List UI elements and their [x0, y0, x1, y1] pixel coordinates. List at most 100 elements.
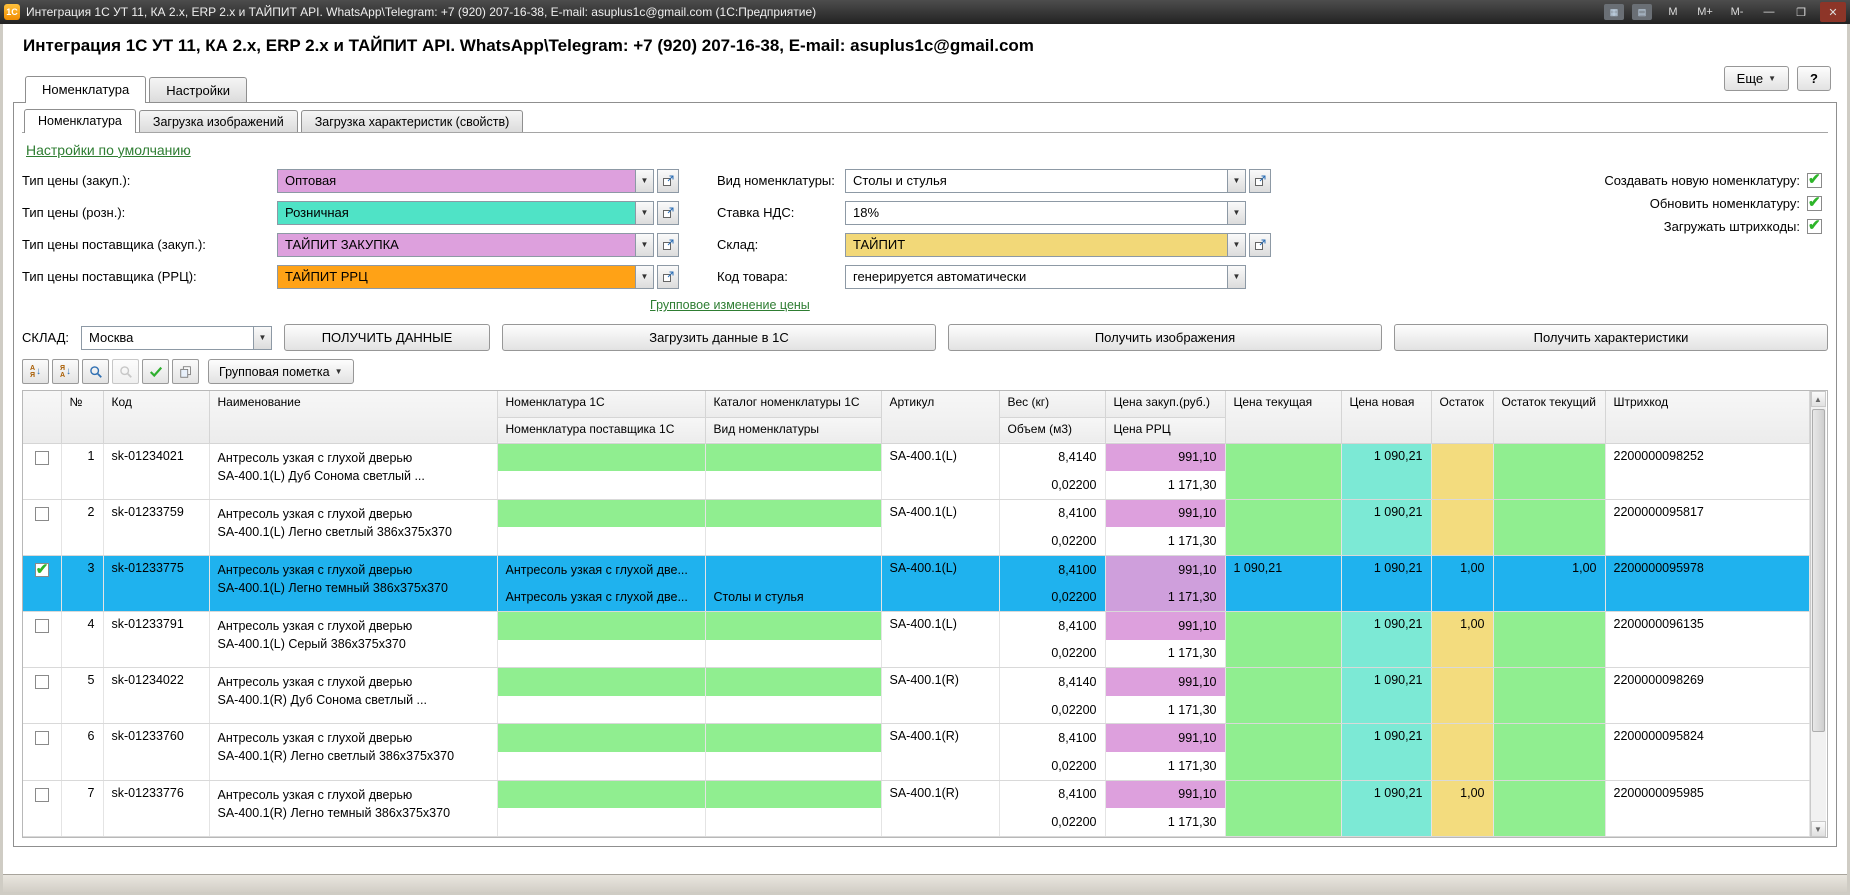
warehouse-field[interactable]: ТАЙПИТ ▼ — [845, 232, 1246, 257]
cell-catalog[interactable] — [705, 667, 882, 696]
dropdown-button[interactable]: ▼ — [635, 264, 654, 289]
cell-barcode[interactable]: 2200000096135 — [1605, 611, 1810, 669]
cell-nom-1c[interactable] — [497, 611, 706, 640]
cell-price-purchase[interactable]: 991,10 — [1105, 611, 1226, 640]
tab-settings[interactable]: Настройки — [149, 77, 247, 102]
cell-name[interactable]: Антресоль узкая с глухой дверью SA-400.1(… — [209, 499, 498, 556]
cell-weight[interactable]: 8,4100 — [999, 723, 1106, 753]
cell-code[interactable]: sk-01233776 — [103, 780, 210, 838]
scroll-down-icon[interactable]: ▼ — [1810, 821, 1826, 837]
cell-num[interactable]: 6 — [61, 723, 104, 781]
cell-price-purchase[interactable]: 991,10 — [1105, 443, 1226, 472]
cell-code[interactable]: sk-01233791 — [103, 611, 210, 669]
get-data-button[interactable]: ПОЛУЧИТЬ ДАННЫЕ — [284, 324, 491, 351]
cell-nom-type[interactable] — [705, 639, 882, 669]
supplier-price-purchase-field[interactable]: ТАЙПИТ ЗАКУПКА ▼ — [277, 232, 654, 257]
sort-ascending-button[interactable]: А Я ↓ — [22, 359, 49, 384]
cell-volume[interactable]: 0,02200 — [999, 639, 1106, 669]
cell-price-new[interactable]: 1 090,21 — [1341, 723, 1432, 781]
row-select-cell[interactable] — [23, 555, 62, 613]
create-new-nomenclature-checkbox[interactable] — [1807, 170, 1822, 188]
header-price-purchase[interactable]: Цена закуп.(руб.) — [1105, 391, 1226, 418]
cell-nom-type[interactable] — [705, 808, 882, 838]
header-price-new[interactable]: Цена новая — [1341, 391, 1432, 444]
cell-catalog[interactable] — [705, 443, 882, 472]
nomenclature-kind-field[interactable]: Столы и стулья ▼ — [845, 168, 1246, 193]
cell-price-current[interactable] — [1225, 667, 1342, 725]
dropdown-button[interactable]: ▼ — [635, 200, 654, 225]
cell-price-rrc[interactable]: 1 171,30 — [1105, 752, 1226, 781]
cell-stock[interactable]: 1,00 — [1431, 780, 1494, 838]
product-code-field[interactable]: генерируется автоматически ▼ — [845, 264, 1246, 289]
cell-code[interactable]: sk-01233760 — [103, 723, 210, 781]
header-nom-1c[interactable]: Номенклатура 1С — [497, 391, 706, 418]
header-stock[interactable]: Остаток — [1431, 391, 1494, 444]
cell-stock[interactable]: 1,00 — [1431, 555, 1494, 613]
cell-price-rrc[interactable]: 1 171,30 — [1105, 639, 1226, 669]
cell-volume[interactable]: 0,02200 — [999, 527, 1106, 556]
cell-price-new[interactable]: 1 090,21 — [1341, 555, 1432, 613]
tab-load-characteristics[interactable]: Загрузка характеристик (свойств) — [300, 110, 524, 132]
cell-price-current[interactable] — [1225, 780, 1342, 838]
header-nom-supplier[interactable]: Номенклатура поставщика 1С — [497, 417, 706, 444]
sklad-select[interactable]: Москва ▼ — [81, 325, 273, 350]
get-characteristics-button[interactable]: Получить характеристики — [1394, 324, 1829, 351]
cell-price-purchase[interactable]: 991,10 — [1105, 780, 1226, 809]
cell-article[interactable]: SA-400.1(L) — [881, 555, 1000, 613]
cell-num[interactable]: 5 — [61, 667, 104, 725]
row-checkbox[interactable] — [34, 450, 49, 465]
cell-nom-type[interactable]: Столы и стулья — [705, 583, 882, 613]
cell-price-new[interactable]: 1 090,21 — [1341, 780, 1432, 838]
open-button[interactable] — [1249, 168, 1271, 193]
header-name[interactable]: Наименование — [209, 391, 498, 444]
header-catalog[interactable]: Каталог номенклатуры 1С — [705, 391, 882, 418]
cell-barcode[interactable]: 2200000098252 — [1605, 443, 1810, 500]
cell-weight[interactable]: 8,4140 — [999, 443, 1106, 472]
row-select-cell[interactable] — [23, 443, 62, 500]
group-price-change-link[interactable]: Групповое изменение цены — [650, 298, 810, 312]
open-button[interactable] — [657, 264, 679, 289]
cell-price-purchase[interactable]: 991,10 — [1105, 723, 1226, 753]
cell-num[interactable]: 3 — [61, 555, 104, 613]
row-select-cell[interactable] — [23, 780, 62, 838]
cell-stock[interactable]: 1,00 — [1431, 611, 1494, 669]
cell-stock-current[interactable]: 1,00 — [1493, 555, 1606, 613]
open-button[interactable] — [657, 200, 679, 225]
cell-name[interactable]: Антресоль узкая с глухой дверью SA-400.1(… — [209, 667, 498, 725]
cell-stock[interactable] — [1431, 443, 1494, 500]
scrollbar-thumb[interactable] — [1811, 409, 1825, 732]
open-button[interactable] — [1249, 232, 1271, 257]
cell-article[interactable]: SA-400.1(R) — [881, 667, 1000, 725]
cell-stock[interactable] — [1431, 667, 1494, 725]
dropdown-button[interactable]: ▼ — [1227, 232, 1246, 257]
cell-price-current[interactable]: 1 090,21 — [1225, 555, 1342, 613]
cell-catalog[interactable] — [705, 780, 882, 809]
tab-load-images[interactable]: Загрузка изображений — [138, 110, 298, 132]
cell-stock-current[interactable] — [1493, 723, 1606, 781]
cell-nom-1c[interactable] — [497, 667, 706, 696]
cell-price-rrc[interactable]: 1 171,30 — [1105, 695, 1226, 725]
price-type-retail-field[interactable]: Розничная ▼ — [277, 200, 654, 225]
cell-price-new[interactable]: 1 090,21 — [1341, 611, 1432, 669]
calculator-icon[interactable]: ▤ — [1632, 4, 1652, 20]
cell-name[interactable]: Антресоль узкая с глухой дверью SA-400.1(… — [209, 723, 498, 781]
cell-nom-supplier[interactable] — [497, 639, 706, 669]
tab-nomenclature[interactable]: Номенклатура — [25, 76, 147, 103]
cell-price-rrc[interactable]: 1 171,30 — [1105, 808, 1226, 838]
close-button[interactable]: ✕ — [1820, 2, 1846, 22]
cell-stock[interactable] — [1431, 499, 1494, 556]
cell-stock-current[interactable] — [1493, 443, 1606, 500]
table-row[interactable]: 6 sk-01233760 Антресоль узкая с глухой д… — [23, 723, 1810, 781]
cell-article[interactable]: SA-400.1(L) — [881, 499, 1000, 556]
header-price-current[interactable]: Цена текущая — [1225, 391, 1342, 444]
table-row[interactable]: 5 sk-01234022 Антресоль узкая с глухой д… — [23, 667, 1810, 725]
cell-price-current[interactable] — [1225, 443, 1342, 500]
cell-nom-supplier[interactable] — [497, 471, 706, 500]
default-settings-link[interactable]: Настройки по умолчанию — [26, 142, 191, 158]
cell-catalog[interactable] — [705, 499, 882, 528]
row-checkbox[interactable] — [34, 731, 49, 746]
header-price-rrc[interactable]: Цена РРЦ — [1105, 417, 1226, 444]
scale-m-plus-button[interactable]: М+ — [1692, 2, 1718, 22]
cell-code[interactable]: sk-01233775 — [103, 555, 210, 613]
scale-m-button[interactable]: М — [1660, 2, 1686, 22]
